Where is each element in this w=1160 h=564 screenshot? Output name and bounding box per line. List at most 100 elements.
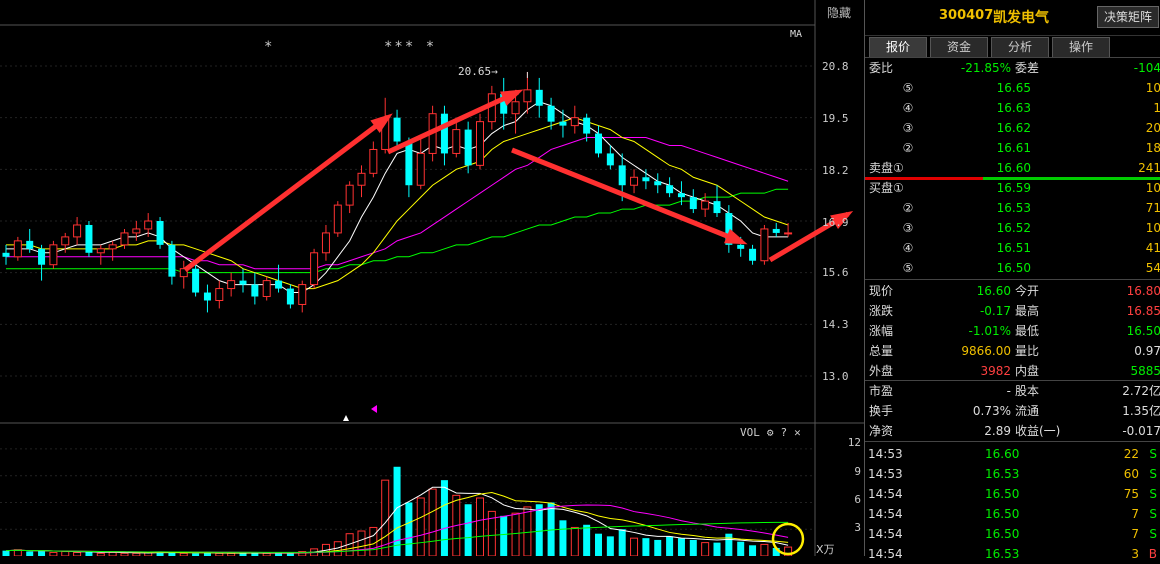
kline-svg[interactable] [0,0,864,556]
event-marker[interactable]: *** * [384,39,436,55]
stock-code: 300407 [939,8,994,23]
quote-panel: 300407 凯发电气 决策矩阵 报价 资金 分析 操作 委比 -21.85% … [864,0,1160,561]
candle-body [713,201,721,214]
vol-tick: 3 [854,521,861,534]
candle-body [535,89,543,106]
candle-body [321,232,330,254]
bid-price: 16.51 [996,241,1031,255]
volume-bar [713,542,721,556]
price-tick: 18.2 [822,164,849,177]
candle-body [523,89,532,103]
bid-row[interactable]: ③ 16.52 10 [865,218,1160,238]
fundamental-label: 收益(一) [1015,424,1061,438]
tick-row: 14:54 16.53 3 B [865,544,1160,564]
volume-bar [511,512,520,556]
tick-row: 14:54 16.50 75 S [865,484,1160,504]
fundamental-label: 净资 [869,424,894,438]
stat-value: -1.01% [968,324,1011,338]
ma60-line [6,188,789,274]
tick-time: 14:54 [868,547,903,561]
stat-label: 总量 [869,344,894,358]
fundamental-label: 市盈 [869,384,894,398]
kline-chart-area[interactable]: 隐藏 MA * *** * 20.65→ 20.8 19.5 18.2 16.9… [0,0,864,556]
candle-body [440,113,448,154]
tab-funds[interactable]: 资金 [930,37,988,57]
tick-price: 16.53 [985,547,1020,561]
candle-body [476,121,484,166]
help-icon[interactable]: ? [781,426,788,439]
stat-value: -0.17 [979,304,1011,318]
fundamental-row: 净资 2.89 收益(一) -0.017 [865,421,1160,441]
tick-direction: S [1149,487,1157,501]
candle-body [298,284,307,305]
tab-analysis[interactable]: 分析 [991,37,1049,57]
tick-direction: S [1149,467,1157,481]
volume-bar [73,551,82,556]
vol-tick: 9 [854,465,861,478]
decision-matrix-button[interactable]: 决策矩阵 [1097,6,1159,28]
stat-value: 16.80 [1126,284,1160,298]
bid-row[interactable]: ④ 16.51 41 [865,238,1160,258]
volume-bar [405,502,413,556]
candle-body [203,292,211,301]
tick-volume: 75 [1123,487,1139,501]
gear-icon[interactable]: ⚙ [767,426,774,439]
vol-indicator-label[interactable]: VOL [740,426,760,439]
stat-label: 涨幅 [869,324,894,338]
bid-row[interactable]: 买盘① 16.59 10 [865,178,1160,198]
candle-body [49,244,58,266]
volume-bar [38,550,46,556]
bid-row[interactable]: ⑤ 16.50 54 [865,258,1160,278]
candle-body [369,148,378,174]
ask-volume: 10 [1145,81,1160,95]
candle-body [262,280,271,298]
candle-body [606,153,614,166]
close-icon[interactable]: ✕ [794,426,801,439]
ma-indicator-label[interactable]: MA [790,29,802,40]
candle-body [772,228,780,233]
candle-body [749,248,757,261]
volume-bar [618,529,626,556]
stat-label: 最高 [1015,304,1040,318]
panel-tabs: 报价 资金 分析 操作 [869,37,1110,57]
fundamental-value: 1.35亿 [1122,404,1160,418]
candle-body [333,204,342,234]
tab-operation[interactable]: 操作 [1052,37,1110,57]
fundamental-value: 0.73% [972,404,1011,418]
stat-value: 0.97 [1134,344,1160,358]
hide-button[interactable]: 隐藏 [815,3,863,23]
ask-row[interactable]: ② 16.61 18 [865,138,1160,158]
bid-volume: 10 [1145,181,1160,195]
candle-body [156,221,164,245]
bid-volume: 41 [1145,241,1160,255]
ask-row[interactable]: 卖盘① 16.60 241 [865,158,1160,178]
volume-bar [26,551,34,556]
vol-toolbar: VOL ⚙ ? ✕ [740,424,801,440]
event-marker[interactable]: * [264,39,274,55]
tick-price: 16.50 [985,487,1020,501]
stat-value: 16.50 [1126,324,1160,338]
stat-label: 涨跌 [869,304,894,318]
tick-direction: S [1149,527,1157,541]
ask-row[interactable]: ⑤ 16.65 10 [865,78,1160,98]
ask-row[interactable]: ③ 16.62 20 [865,118,1160,138]
candle-body [405,141,413,186]
volume-bar [535,504,543,556]
ask-row[interactable]: ④ 16.63 1 [865,98,1160,118]
fundamental-row: 市盈 - 股本 2.72亿 [865,381,1160,401]
candle-body [251,284,259,297]
tab-quote[interactable]: 报价 [869,37,927,57]
stat-label: 现价 [869,284,894,298]
tick-price: 16.50 [985,507,1020,521]
bid-level: ② [902,201,914,215]
tick-volume: 7 [1131,507,1139,521]
fundamental-row: 换手 0.73% 流通 1.35亿 [865,401,1160,421]
candle-body [275,280,283,289]
price-tick: 19.5 [822,112,849,125]
tick-volume: 3 [1131,547,1139,561]
bid-volume: 71 [1145,201,1160,215]
candle-body [464,129,472,166]
bid-row[interactable]: ② 16.53 71 [865,198,1160,218]
commission-diff-label: 委差 [1015,61,1040,75]
stock-name: 凯发电气 [993,10,1049,26]
